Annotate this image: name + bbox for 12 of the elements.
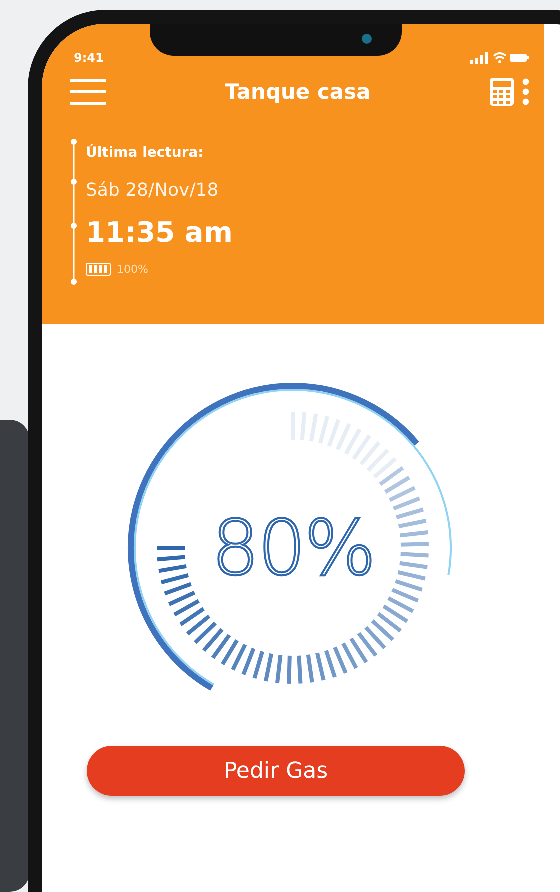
battery-reading: 100%: [117, 262, 148, 276]
last-reading-label: Última lectura:: [86, 143, 205, 163]
order-gas-button[interactable]: Pedir Gas: [87, 746, 465, 796]
status-time: 9:41: [74, 51, 104, 65]
screen-title: Tanque casa: [225, 80, 371, 104]
calculator-icon[interactable]: [490, 78, 514, 106]
more-icon[interactable]: [522, 78, 530, 106]
status-icons: [470, 52, 530, 64]
gauge-percentage: 80%: [212, 504, 374, 592]
reading-time: 11:35 am: [86, 214, 233, 250]
menu-icon[interactable]: [70, 78, 106, 106]
reading-date: Sáb 28/Nov/18: [86, 178, 220, 202]
